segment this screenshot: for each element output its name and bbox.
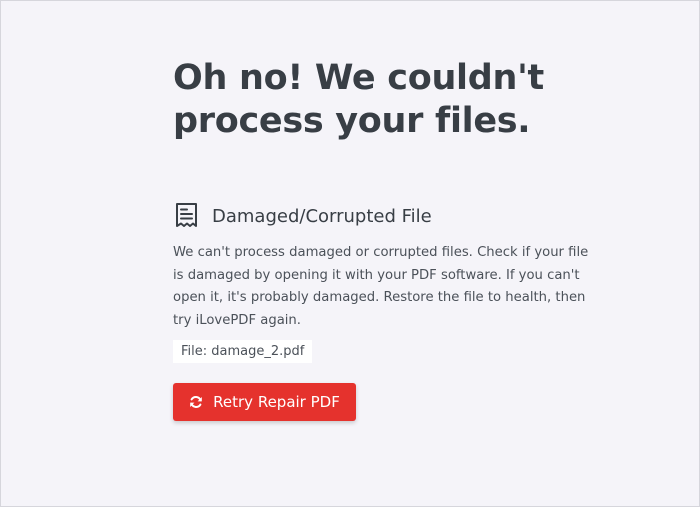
retry-button-label: Retry Repair PDF: [213, 393, 340, 411]
error-title: Damaged/Corrupted File: [212, 205, 432, 227]
page-title: Oh no! We couldn't process your files.: [173, 58, 544, 141]
receipt-document-icon: [173, 202, 200, 230]
error-description: We can't process damaged or corrupted fi…: [173, 245, 589, 328]
file-name-label: File: damage_2.pdf: [173, 340, 313, 363]
refresh-icon: [189, 395, 203, 409]
error-content: Oh no! We couldn't process your files. D…: [173, 57, 593, 363]
error-section-header: Damaged/Corrupted File: [173, 202, 593, 230]
retry-repair-button[interactable]: Retry Repair PDF: [173, 383, 356, 421]
